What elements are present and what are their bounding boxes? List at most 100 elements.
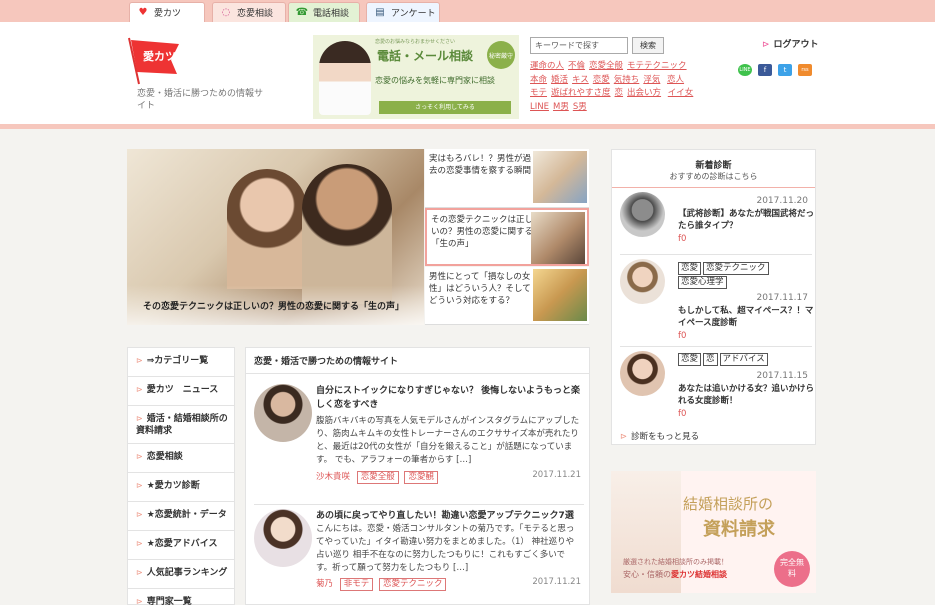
arrow-icon: ⊳ (762, 40, 770, 50)
category-item[interactable]: ⊳ 人気記事ランキング (128, 560, 234, 589)
article-excerpt: こんにちは。恋愛・婚活コンサルタントの菊乃です。「モテると思ってやっていた」イタ… (316, 524, 575, 573)
diagnosis-tags: 恋愛 恋愛テクニック恋愛心理学 (678, 261, 818, 289)
social-links: LINE f t rss (738, 64, 812, 76)
arrow-icon: ⊳ (136, 414, 143, 423)
hero-man-image (302, 164, 392, 304)
tag-link[interactable]: 不倫 (568, 61, 585, 71)
category-item[interactable]: ⊳ 愛カツ ニュース (128, 377, 234, 406)
arrow-icon: ⊳ (136, 510, 143, 519)
side-article-selected[interactable]: その恋愛テクニックは正しいの？男性の恋愛に関する「生の声」 (425, 208, 589, 266)
category-item[interactable]: ⊳ ★恋愛統計・データ (128, 502, 234, 531)
site-logo[interactable]: 愛カツ (125, 34, 185, 86)
article-thumbnail (533, 151, 587, 203)
tag-link[interactable]: 本命 (530, 75, 547, 85)
tag-link[interactable]: LINE (530, 102, 549, 112)
tag-link[interactable]: 出会い方 (627, 88, 661, 98)
tag-link[interactable]: 恋人 (667, 75, 684, 85)
hero-caption: その恋愛テクニックは正しいの？男性の恋愛に関する「生の声」 (127, 285, 424, 325)
twitter-icon[interactable]: t (778, 64, 792, 76)
rss-icon[interactable]: rss (798, 64, 812, 76)
tag-link[interactable]: 気持ち (614, 75, 640, 85)
author-name[interactable]: 沙木貴咲 (316, 472, 350, 482)
section-title: 恋愛・婚活で勝つための情報サイト (246, 348, 589, 374)
tag-link[interactable]: 遊ばれやすさ度 (551, 88, 611, 98)
article-title[interactable]: あの頃に戻ってやり直したい！勘違い恋愛アップテクニック7選 (316, 509, 584, 523)
article-item[interactable]: あの頃に戻ってやり直したい！勘違い恋愛アップテクニック7選 こんにちは。恋愛・婚… (254, 504, 584, 604)
heart-icon: ♥ (138, 6, 148, 18)
hero-couple-image (227, 169, 307, 289)
article-tag[interactable]: 恋愛テクニック (378, 578, 447, 591)
tag-link[interactable]: イイ女 (668, 88, 694, 98)
tag-link[interactable]: キス (572, 75, 589, 85)
tab-love-consult[interactable]: ◌ 恋愛相談 (212, 2, 286, 22)
category-item[interactable]: ⊳ ★恋愛アドバイス (128, 531, 234, 560)
article-date: 2017.11.21 (532, 470, 581, 480)
tag-link[interactable]: 運命の人 (530, 61, 564, 71)
diagnosis-item[interactable]: 2017.11.20 【武将診断】あなたが戦国武将だったら誰タイプ？ f0 (620, 192, 814, 250)
arrow-icon: ⊳ (136, 385, 143, 394)
tag-link[interactable]: 婚活 (551, 75, 568, 85)
category-item[interactable]: ⊳ 恋愛相談 (128, 444, 234, 473)
article-meta: 沙木貴咲 恋愛全般 恋愛観 2017.11.21 (316, 470, 581, 484)
tag-link[interactable]: M男 (553, 102, 569, 112)
tag-link[interactable]: モテ (530, 88, 547, 98)
category-item[interactable]: ⊳ 婚活・結婚相談所の資料請求 (128, 406, 234, 444)
category-menu: ⊳ ⇒カテゴリー覧 ⊳ 愛カツ ニュース ⊳ 婚活・結婚相談所の資料請求 ⊳ 恋愛相談 … (127, 347, 235, 605)
diagnosis-header: 新着診断 おすすめの診断はこちら (612, 150, 815, 188)
diagnosis-panel: 新着診断 おすすめの診断はこちら 2017.11.20 【武将診断】あなたが戦国武… (611, 149, 816, 445)
diagnosis-thumbnail (620, 259, 665, 304)
article-tag[interactable]: 恋愛全般 (356, 471, 399, 484)
side-article[interactable]: 実はもろバレ！？男性が過去の恋愛事情を察する瞬間 (425, 149, 589, 208)
keyword-search-input[interactable]: キーワードで探す (530, 37, 628, 54)
tab-aikatsu[interactable]: ♥ 愛カツ (129, 2, 205, 22)
tag-link[interactable]: モテテクニック (627, 61, 687, 71)
category-item[interactable]: ⊳ 専門家一覧 (128, 589, 234, 605)
article-meta: 菊乃 非モテ 恋愛テクニック 2017.11.21 (316, 577, 581, 591)
arrow-icon: ⊳ (136, 568, 143, 577)
tag-link[interactable]: 恋愛 (593, 75, 610, 85)
tag-link[interactable]: 恋愛全般 (589, 61, 623, 71)
arrow-icon: ⊳ (620, 432, 628, 442)
article-thumbnail (531, 212, 585, 264)
diagnosis-title[interactable]: あなたは追いかける女？追いかけられる女度診断！ (678, 383, 818, 407)
tag-link[interactable]: S男 (573, 102, 587, 112)
side-article[interactable]: 男性にとって「損なしの女性」はどういう人？そしてどういう対応をする？ (425, 267, 589, 325)
author-name[interactable]: 菊乃 (316, 579, 333, 589)
diagnosis-thumbnail (620, 351, 665, 396)
author-avatar (254, 509, 312, 567)
like-count: f0 (678, 409, 687, 419)
like-count: f0 (678, 234, 687, 244)
arrow-icon: ⊳ (136, 481, 143, 490)
article-item[interactable]: 自分にストイックになりすぎじゃない？ 後悔しないようもっと楽しく恋をすべき 腹筋… (254, 384, 584, 494)
marriage-agency-ad[interactable]: 結婚相談所の 資料請求 厳選された結婚相談所のみ掲載！ 安心・信頼の愛カツ結婚相… (611, 471, 816, 593)
diagnosis-item[interactable]: 恋愛 恋愛テクニック恋愛心理学 2017.11.17 もしかして私、超マイペース？… (620, 254, 813, 344)
diagnosis-tags: 恋愛恋アドバイス (678, 353, 770, 366)
tag-link[interactable]: 浮気 (643, 75, 660, 85)
more-diagnosis-link[interactable]: ⊳ 診断をもっと見る (620, 430, 699, 442)
article-title[interactable]: 自分にストイックになりすぎじゃない？ 後悔しないようもっと楽しく恋をすべき (316, 384, 584, 412)
header-divider (0, 124, 935, 129)
consult-banner[interactable]: 恋愛のお悩みならおまかせください 電話・メール相談 秘密厳守 恋愛の悩みを気軽に… (313, 35, 519, 119)
diagnosis-title[interactable]: もしかして私、超マイペース？！マイペース度診断 (678, 305, 818, 329)
diagnosis-title[interactable]: 【武将診断】あなたが戦国武将だったら誰タイプ？ (678, 208, 818, 232)
article-thumbnail (533, 269, 587, 321)
category-item[interactable]: ⊳ ⇒カテゴリー覧 (128, 348, 234, 377)
line-icon[interactable]: LINE (738, 64, 752, 76)
clipboard-icon: ▤ (375, 6, 385, 18)
article-tag[interactable]: 恋愛観 (404, 471, 438, 484)
tag-link[interactable]: 恋 (615, 88, 624, 98)
tab-survey[interactable]: ▤ アンケート (366, 2, 440, 22)
logout-link[interactable]: ⊳ ログアウト (762, 37, 819, 50)
chat-bubble-icon: ◌ (221, 6, 231, 18)
hero-feature[interactable]: その恋愛テクニックは正しいの？男性の恋愛に関する「生の声」 (127, 149, 424, 325)
arrow-icon: ⊳ (136, 597, 143, 605)
site-tagline: 恋愛・婚活に勝つための情報サイト (137, 89, 264, 111)
tab-phone-consult[interactable]: ☎ 電話相談 (288, 2, 360, 22)
article-tag[interactable]: 非モテ (339, 578, 374, 591)
category-item[interactable]: ⊳ ★愛カツ診断 (128, 473, 234, 502)
diagnosis-item[interactable]: 恋愛恋アドバイス 2017.11.15 あなたは追いかける女？追いかけられる女度… (620, 346, 814, 420)
search-button[interactable]: 検索 (632, 37, 664, 54)
main-article-list: 恋愛・婚活で勝つための情報サイト 自分にストイックになりすぎじゃない？ 後悔しな… (245, 347, 590, 605)
article-excerpt: 腹筋バキバキの写真を人気モデルさんがインスタグラムにアップしたり、筋肉ムキムキの… (316, 416, 580, 465)
facebook-icon[interactable]: f (758, 64, 772, 76)
